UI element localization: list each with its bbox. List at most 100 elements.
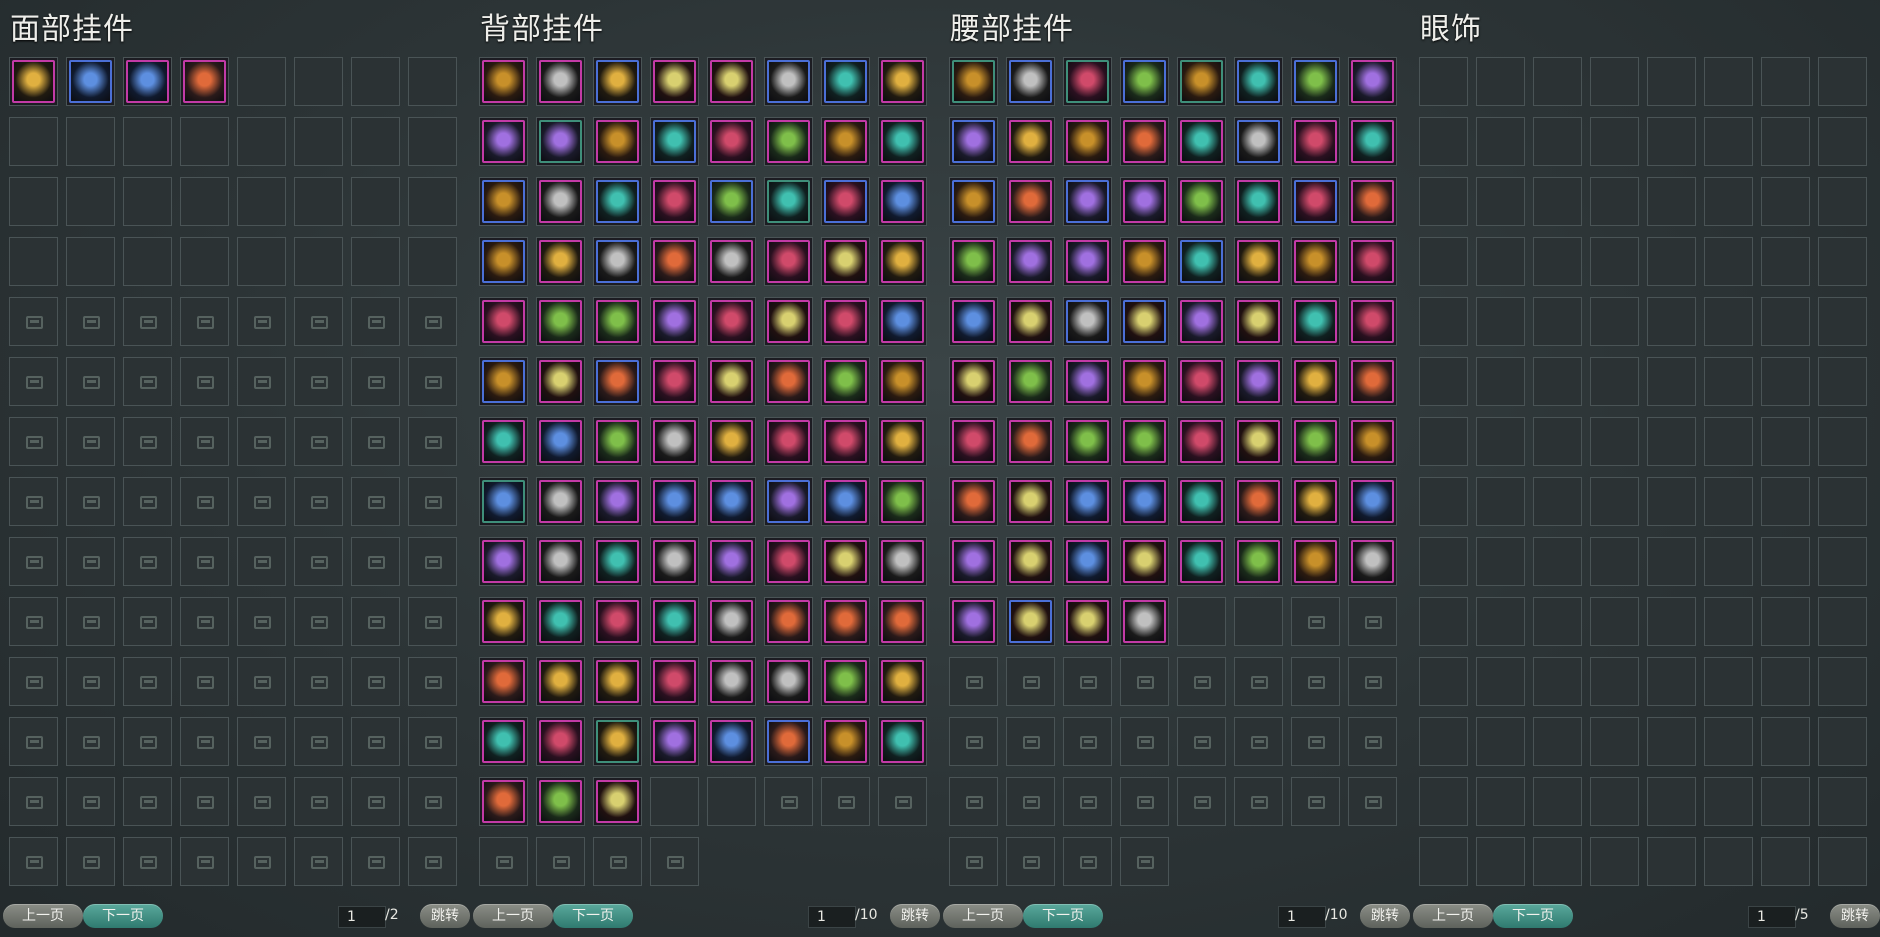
empty-slot[interactable] bbox=[294, 177, 343, 226]
item-slot[interactable] bbox=[479, 417, 528, 466]
empty-slot[interactable] bbox=[1761, 717, 1810, 766]
item-slot[interactable] bbox=[1063, 237, 1112, 286]
empty-slot[interactable] bbox=[351, 237, 400, 286]
item-slot[interactable] bbox=[1006, 537, 1055, 586]
empty-slot[interactable] bbox=[1533, 717, 1582, 766]
empty-slot[interactable] bbox=[1647, 177, 1696, 226]
empty-slot[interactable] bbox=[1704, 657, 1753, 706]
item-slot[interactable] bbox=[479, 717, 528, 766]
empty-slot[interactable] bbox=[1647, 117, 1696, 166]
empty-slot[interactable] bbox=[1476, 597, 1525, 646]
empty-slot[interactable] bbox=[1533, 417, 1582, 466]
empty-slot[interactable] bbox=[1761, 417, 1810, 466]
item-slot[interactable] bbox=[821, 117, 870, 166]
item-slot[interactable] bbox=[593, 117, 642, 166]
item-slot[interactable] bbox=[593, 657, 642, 706]
item-slot[interactable] bbox=[1177, 57, 1226, 106]
prev-page-button[interactable]: 上一页 bbox=[3, 904, 83, 928]
item-slot[interactable] bbox=[1234, 117, 1283, 166]
item-slot[interactable] bbox=[707, 657, 756, 706]
item-slot[interactable] bbox=[1291, 237, 1340, 286]
item-slot[interactable] bbox=[650, 57, 699, 106]
empty-slot[interactable] bbox=[1533, 477, 1582, 526]
prev-page-button[interactable]: 上一页 bbox=[473, 904, 553, 928]
empty-slot[interactable] bbox=[1476, 57, 1525, 106]
item-slot[interactable] bbox=[949, 177, 998, 226]
item-slot[interactable] bbox=[764, 597, 813, 646]
empty-slot[interactable] bbox=[1533, 777, 1582, 826]
empty-slot[interactable] bbox=[1590, 777, 1639, 826]
empty-slot[interactable] bbox=[1818, 57, 1867, 106]
item-slot[interactable] bbox=[1348, 177, 1397, 226]
item-slot[interactable] bbox=[1348, 477, 1397, 526]
item-slot[interactable] bbox=[1120, 597, 1169, 646]
empty-slot[interactable] bbox=[1476, 297, 1525, 346]
empty-slot[interactable] bbox=[66, 177, 115, 226]
item-slot[interactable] bbox=[1234, 177, 1283, 226]
empty-slot[interactable] bbox=[294, 57, 343, 106]
item-slot[interactable] bbox=[1348, 357, 1397, 406]
empty-slot[interactable] bbox=[1419, 237, 1468, 286]
empty-slot[interactable] bbox=[1818, 777, 1867, 826]
item-slot[interactable] bbox=[650, 597, 699, 646]
next-page-button[interactable]: 下一页 bbox=[1023, 904, 1103, 928]
jump-button[interactable]: 跳转 bbox=[1830, 904, 1880, 928]
item-slot[interactable] bbox=[878, 597, 927, 646]
item-slot[interactable] bbox=[707, 477, 756, 526]
item-slot[interactable] bbox=[1120, 117, 1169, 166]
empty-slot[interactable] bbox=[1761, 537, 1810, 586]
item-slot[interactable] bbox=[593, 177, 642, 226]
item-slot[interactable] bbox=[1291, 177, 1340, 226]
empty-slot[interactable] bbox=[408, 237, 457, 286]
item-slot[interactable] bbox=[123, 57, 172, 106]
empty-slot[interactable] bbox=[1761, 777, 1810, 826]
empty-slot[interactable] bbox=[180, 177, 229, 226]
empty-slot[interactable] bbox=[1647, 717, 1696, 766]
empty-slot[interactable] bbox=[408, 57, 457, 106]
item-slot[interactable] bbox=[536, 777, 585, 826]
item-slot[interactable] bbox=[593, 237, 642, 286]
item-slot[interactable] bbox=[1006, 177, 1055, 226]
item-slot[interactable] bbox=[1291, 537, 1340, 586]
empty-slot[interactable] bbox=[1647, 657, 1696, 706]
empty-slot[interactable] bbox=[1647, 477, 1696, 526]
item-slot[interactable] bbox=[479, 297, 528, 346]
item-slot[interactable] bbox=[1291, 297, 1340, 346]
item-slot[interactable] bbox=[536, 237, 585, 286]
empty-slot[interactable] bbox=[1590, 57, 1639, 106]
item-slot[interactable] bbox=[1291, 417, 1340, 466]
empty-slot[interactable] bbox=[1590, 717, 1639, 766]
empty-slot[interactable] bbox=[1419, 717, 1468, 766]
empty-slot[interactable] bbox=[1533, 237, 1582, 286]
item-slot[interactable] bbox=[536, 537, 585, 586]
empty-slot[interactable] bbox=[1419, 417, 1468, 466]
empty-slot[interactable] bbox=[237, 57, 286, 106]
item-slot[interactable] bbox=[1234, 57, 1283, 106]
empty-slot[interactable] bbox=[650, 777, 699, 826]
empty-slot[interactable] bbox=[180, 117, 229, 166]
item-slot[interactable] bbox=[1348, 57, 1397, 106]
item-slot[interactable] bbox=[593, 357, 642, 406]
item-slot[interactable] bbox=[707, 597, 756, 646]
item-slot[interactable] bbox=[650, 537, 699, 586]
item-slot[interactable] bbox=[764, 417, 813, 466]
empty-slot[interactable] bbox=[1818, 117, 1867, 166]
empty-slot[interactable] bbox=[1818, 657, 1867, 706]
empty-slot[interactable] bbox=[1476, 537, 1525, 586]
item-slot[interactable] bbox=[180, 57, 229, 106]
item-slot[interactable] bbox=[764, 657, 813, 706]
empty-slot[interactable] bbox=[408, 117, 457, 166]
item-slot[interactable] bbox=[479, 477, 528, 526]
empty-slot[interactable] bbox=[9, 177, 58, 226]
empty-slot[interactable] bbox=[1590, 837, 1639, 886]
item-slot[interactable] bbox=[707, 537, 756, 586]
next-page-button[interactable]: 下一页 bbox=[83, 904, 163, 928]
item-slot[interactable] bbox=[949, 117, 998, 166]
empty-slot[interactable] bbox=[1533, 57, 1582, 106]
item-slot[interactable] bbox=[1234, 537, 1283, 586]
item-slot[interactable] bbox=[1348, 417, 1397, 466]
item-slot[interactable] bbox=[479, 237, 528, 286]
empty-slot[interactable] bbox=[1647, 837, 1696, 886]
empty-slot[interactable] bbox=[1704, 537, 1753, 586]
item-slot[interactable] bbox=[821, 477, 870, 526]
